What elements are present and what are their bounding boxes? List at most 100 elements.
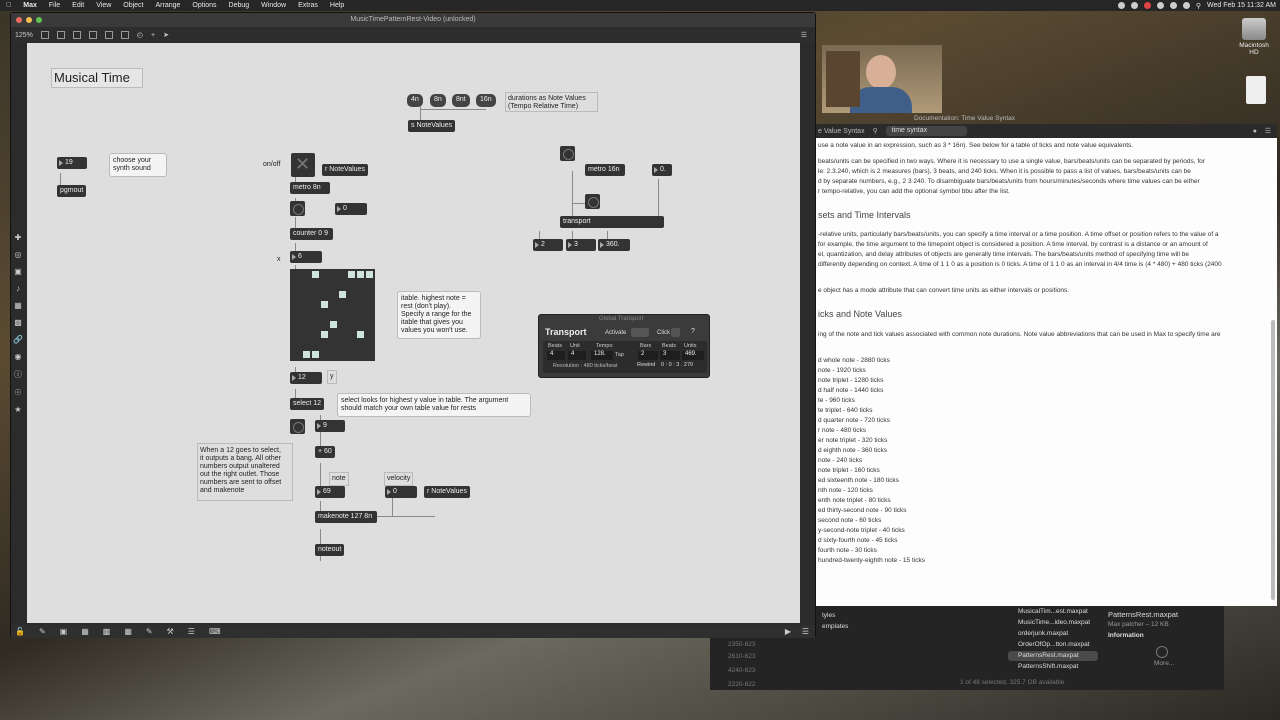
lock-icon[interactable]: 🔓 bbox=[15, 627, 25, 636]
menu-app[interactable]: Max bbox=[17, 2, 43, 9]
select-12[interactable]: select 12 bbox=[290, 398, 325, 410]
bars-number[interactable]: 2 bbox=[533, 239, 563, 251]
clock[interactable]: Wed Feb 15 11:32 AM bbox=[1207, 2, 1276, 9]
keyboard-icon[interactable]: ⌨ bbox=[209, 627, 221, 636]
docs-search-input[interactable]: time syntax bbox=[885, 126, 968, 136]
menu-window[interactable]: Window bbox=[255, 2, 292, 9]
finder-sidebar-templates[interactable]: emplates bbox=[818, 622, 852, 632]
activate-toggle[interactable] bbox=[631, 328, 649, 337]
macintosh-hd[interactable]: Macintosh HD bbox=[1236, 18, 1272, 64]
number-12[interactable]: 12 bbox=[290, 372, 322, 384]
bang-button[interactable] bbox=[290, 201, 305, 216]
tools-icon[interactable]: ⚒ bbox=[167, 627, 174, 636]
number-icon[interactable] bbox=[104, 31, 113, 39]
tap-button[interactable]: Tap bbox=[615, 352, 624, 358]
star-icon[interactable]: ★ bbox=[14, 405, 21, 414]
patcher-menu-icon[interactable]: ☰ bbox=[801, 31, 807, 39]
menu-arrange[interactable]: Arrange bbox=[150, 2, 187, 9]
wifi-icon[interactable] bbox=[1182, 2, 1190, 9]
velocity-number[interactable]: 0 bbox=[385, 486, 417, 498]
search-clear-icon[interactable]: ● bbox=[1253, 128, 1257, 135]
menu-icon[interactable]: ☰ bbox=[802, 627, 809, 636]
finder-file-selected[interactable]: PatternsRest.maxpat bbox=[1008, 651, 1098, 661]
beats-value[interactable]: 4 bbox=[547, 351, 565, 360]
dropbox-icon[interactable] bbox=[1117, 2, 1125, 9]
target-icon[interactable]: ◎ bbox=[15, 250, 22, 259]
number-0[interactable]: 0 bbox=[335, 203, 367, 215]
dial-icon[interactable]: ◴ bbox=[137, 31, 143, 39]
object-icon[interactable] bbox=[40, 31, 49, 39]
comment-icon[interactable] bbox=[120, 31, 129, 39]
program-number[interactable]: 19 bbox=[57, 157, 87, 169]
audio-icon[interactable]: ▦ bbox=[14, 301, 22, 310]
send-notevalues[interactable]: s NoteValues bbox=[408, 120, 456, 132]
onoff-toggle[interactable] bbox=[291, 153, 315, 177]
metro-8n[interactable]: metro 8n bbox=[290, 182, 330, 194]
docs-scrollbar[interactable] bbox=[1271, 320, 1275, 600]
info-icon[interactable]: ⓘ bbox=[14, 369, 22, 380]
zoom-level[interactable]: 125% bbox=[15, 32, 33, 39]
menu-edit[interactable]: Edit bbox=[66, 2, 90, 9]
msg-16n[interactable]: 16n bbox=[476, 94, 496, 107]
cursor-icon[interactable]: ➤ bbox=[163, 31, 169, 39]
units-number[interactable]: 360. bbox=[598, 239, 630, 251]
note-number[interactable]: 69 bbox=[315, 486, 345, 498]
package-icon[interactable]: ☉ bbox=[14, 388, 21, 397]
itable[interactable] bbox=[290, 269, 375, 361]
finder-file[interactable]: PatternsShift.maxpat bbox=[1014, 662, 1082, 672]
finder-file[interactable]: MusicTime...ideo.maxpat bbox=[1014, 618, 1094, 628]
cloud-icon[interactable] bbox=[1130, 2, 1138, 9]
device-icon[interactable]: ▣ bbox=[14, 267, 22, 276]
msg-8nt[interactable]: 8nt bbox=[452, 94, 470, 107]
video-icon[interactable]: ◉ bbox=[15, 352, 22, 361]
snap-icon[interactable]: ✎ bbox=[146, 627, 153, 636]
usb-drive-icon[interactable] bbox=[1246, 76, 1266, 104]
msg-8n[interactable]: 8n bbox=[430, 94, 446, 107]
search-icon[interactable]: ⚲ bbox=[1196, 2, 1201, 10]
bars-value[interactable]: 2 bbox=[638, 351, 658, 360]
rewind-button[interactable]: Rewind bbox=[637, 362, 655, 368]
menu-view[interactable]: View bbox=[90, 2, 117, 9]
makenote-object[interactable]: makenote 127 8n bbox=[315, 511, 377, 523]
number-6[interactable]: 6 bbox=[290, 251, 322, 263]
menu-file[interactable]: File bbox=[43, 2, 66, 9]
metro-16n[interactable]: metro 16n bbox=[585, 164, 625, 176]
click-toggle[interactable] bbox=[671, 328, 680, 337]
message-icon[interactable] bbox=[56, 31, 65, 39]
minimize-button[interactable] bbox=[26, 17, 32, 23]
transport-object[interactable]: transport bbox=[560, 216, 664, 228]
number-9[interactable]: 9 bbox=[315, 420, 345, 432]
play-icon[interactable]: ▶ bbox=[785, 627, 791, 636]
finder-more[interactable]: More... bbox=[1154, 660, 1174, 667]
grid-icon[interactable]: ▦ bbox=[124, 627, 132, 636]
menu-object[interactable]: Object bbox=[117, 2, 149, 9]
edit-icon[interactable]: ✎ bbox=[39, 627, 46, 636]
add-object-icon[interactable]: ✚ bbox=[15, 233, 22, 242]
image-icon[interactable]: ▩ bbox=[14, 318, 22, 327]
button-icon[interactable] bbox=[72, 31, 81, 39]
zoom-button[interactable] bbox=[36, 17, 42, 23]
finder-file[interactable]: MusicalTim...est.maxpat bbox=[1014, 607, 1092, 617]
menu-options[interactable]: Options bbox=[186, 2, 222, 9]
help-button[interactable]: ? bbox=[691, 328, 695, 335]
library-icon[interactable]: ☰ bbox=[188, 627, 195, 636]
bluetooth-icon[interactable] bbox=[1156, 2, 1164, 9]
finder-file[interactable]: OrderOfOp...tton.maxpat bbox=[1014, 640, 1094, 650]
menu-help[interactable]: Help bbox=[324, 2, 350, 9]
layers-icon[interactable]: ▦ bbox=[81, 627, 89, 636]
transport-bang[interactable] bbox=[560, 146, 575, 161]
link-icon[interactable]: 🔗 bbox=[13, 335, 23, 344]
docs-menu-icon[interactable]: ☰ bbox=[1265, 127, 1271, 135]
units-value[interactable]: 469. bbox=[682, 351, 704, 360]
pgmout-object[interactable]: pgmout bbox=[57, 185, 87, 197]
beats2-value[interactable]: 3 bbox=[660, 351, 680, 360]
plus-60[interactable]: + 60 bbox=[315, 446, 335, 458]
receive-notevalues[interactable]: r NoteValues bbox=[322, 164, 368, 176]
menu-debug[interactable]: Debug bbox=[223, 2, 256, 9]
battery-icon[interactable] bbox=[1169, 2, 1177, 9]
more-icon[interactable] bbox=[1156, 646, 1168, 658]
toggle-icon[interactable] bbox=[88, 31, 97, 39]
receive-notevalues-2[interactable]: r NoteValues bbox=[424, 486, 470, 498]
menu-extras[interactable]: Extras bbox=[292, 2, 324, 9]
window-icon[interactable]: ▩ bbox=[103, 627, 111, 636]
